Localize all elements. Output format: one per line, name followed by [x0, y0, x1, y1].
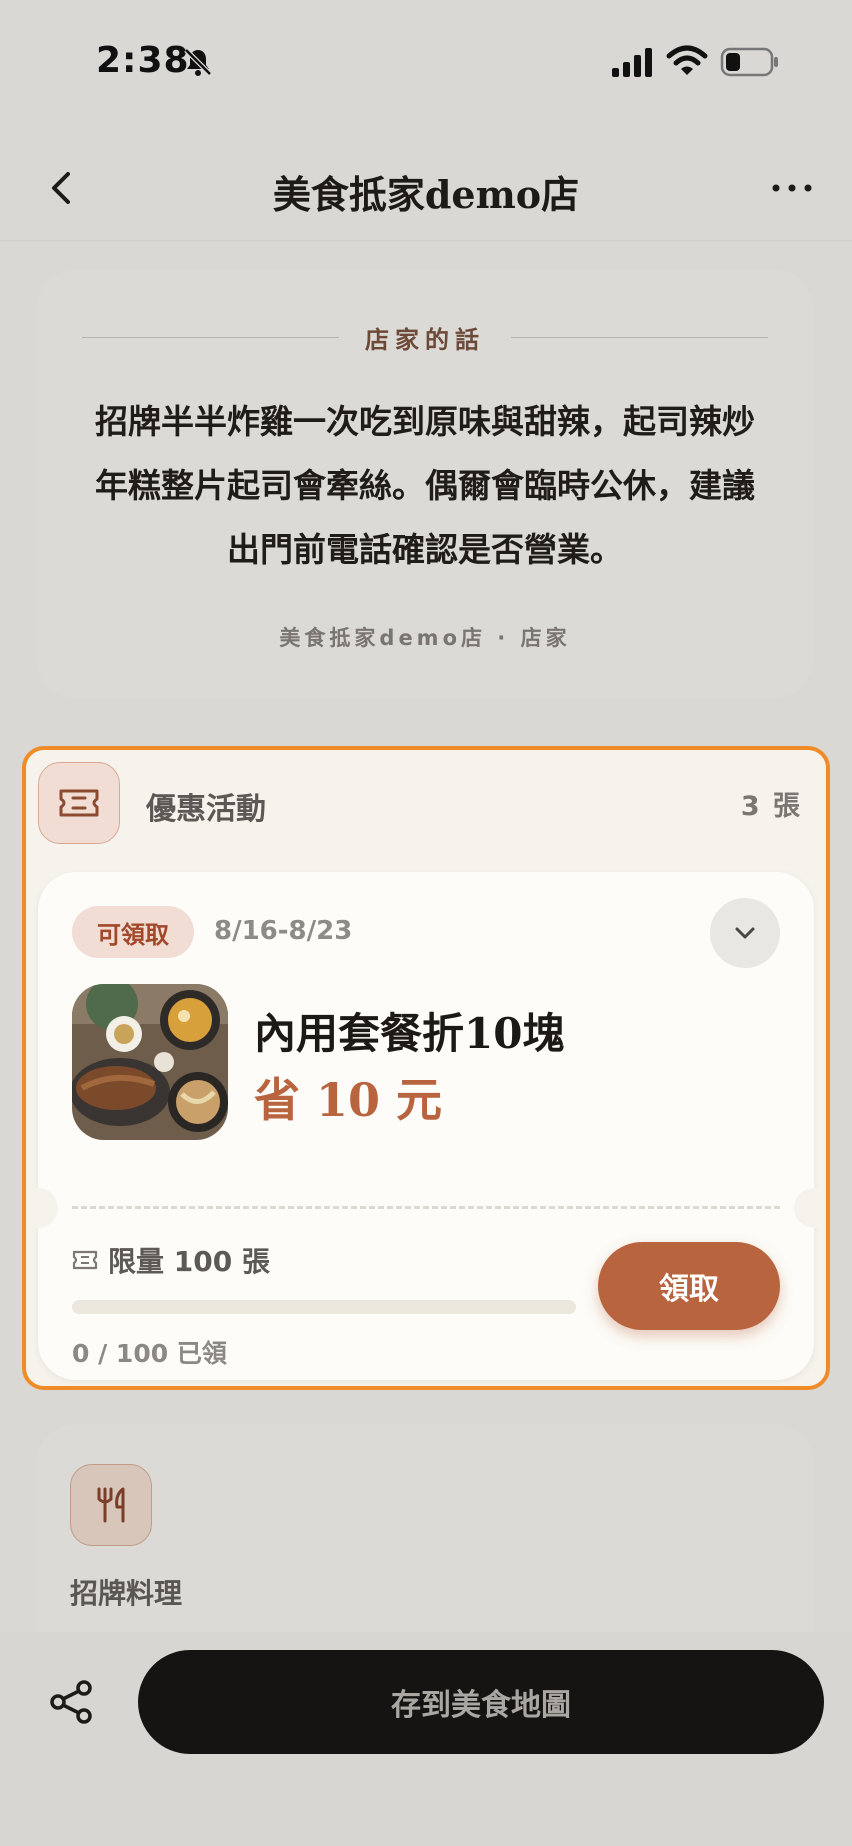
coupon-card[interactable]: 可領取 8/16-8/23 內用套餐折10塊 省 10 元 限量 100 張 0… — [26, 872, 826, 1380]
divider — [82, 336, 339, 338]
coupon-section-icon — [38, 762, 120, 844]
coupon-title: 內用套餐折10塊 — [254, 1009, 565, 1058]
page-title: 美食抵家demo店 — [272, 172, 580, 217]
claimed-count: 0 / 100 已領 — [72, 1339, 227, 1368]
coupon-count: 3 張 — [740, 791, 802, 822]
wifi-icon — [666, 45, 708, 75]
owner-note-label: 店家的話 — [365, 325, 485, 354]
dish-section-icon — [70, 1464, 152, 1546]
share-icon[interactable] — [46, 1676, 98, 1728]
battery-icon — [720, 47, 778, 77]
ticket-icon — [59, 789, 99, 817]
ticket-notch — [26, 1188, 58, 1228]
save-to-map-button[interactable]: 存到美食地圖 — [138, 1650, 824, 1754]
nav-divider — [0, 240, 852, 241]
owner-note-card: 店家的話 招牌半半炸雞一次吃到原味與甜辣，起司辣炒年糕整片起司會牽絲。偶爾會臨時… — [36, 270, 814, 698]
coupon-limit: 限量 100 張 — [72, 1240, 270, 1280]
claim-button[interactable]: 領取 — [598, 1242, 780, 1330]
utensils-icon — [97, 1487, 125, 1523]
ticket-divider — [72, 1206, 780, 1209]
coupon-limit-text: 限量 100 張 — [108, 1245, 270, 1278]
owner-note-text: 招牌半半炸雞一次吃到原味與甜辣，起司辣炒年糕整片起司會牽絲。偶爾會臨時公休，建議… — [95, 402, 755, 569]
bottom-action-bar: 存到美食地圖 — [0, 1632, 852, 1846]
ticket-icon — [72, 1250, 98, 1270]
signal-icon — [612, 48, 652, 77]
coupon-date-range: 8/16-8/23 — [214, 916, 353, 946]
divider — [511, 336, 768, 338]
status-bar: 2:38 — [0, 0, 852, 130]
coupon-section-title: 優惠活動 — [146, 792, 266, 827]
ticket-notch — [794, 1188, 826, 1228]
status-time: 2:38 — [96, 40, 190, 81]
coupon-food-image — [72, 984, 228, 1140]
owner-note-header: 店家的話 — [82, 322, 768, 354]
bell-muted-icon — [184, 48, 212, 76]
chevron-down-icon — [735, 927, 755, 939]
more-icon[interactable] — [768, 168, 816, 208]
claim-progress-bar — [72, 1300, 576, 1314]
status-badge: 可領取 — [72, 906, 194, 958]
signature-dishes-title: 招牌料理 — [70, 1577, 183, 1610]
food-photo — [72, 984, 228, 1140]
expand-button[interactable] — [710, 898, 780, 968]
coupon-section: 優惠活動 3 張 可領取 8/16-8/23 內用套餐折10塊 省 10 元 限… — [22, 746, 830, 1390]
owner-note-signature: 美食抵家demo店 · 店家 — [279, 626, 571, 650]
nav-bar: 美食抵家demo店 — [0, 150, 852, 230]
coupon-saving: 省 10 元 — [254, 1073, 443, 1127]
